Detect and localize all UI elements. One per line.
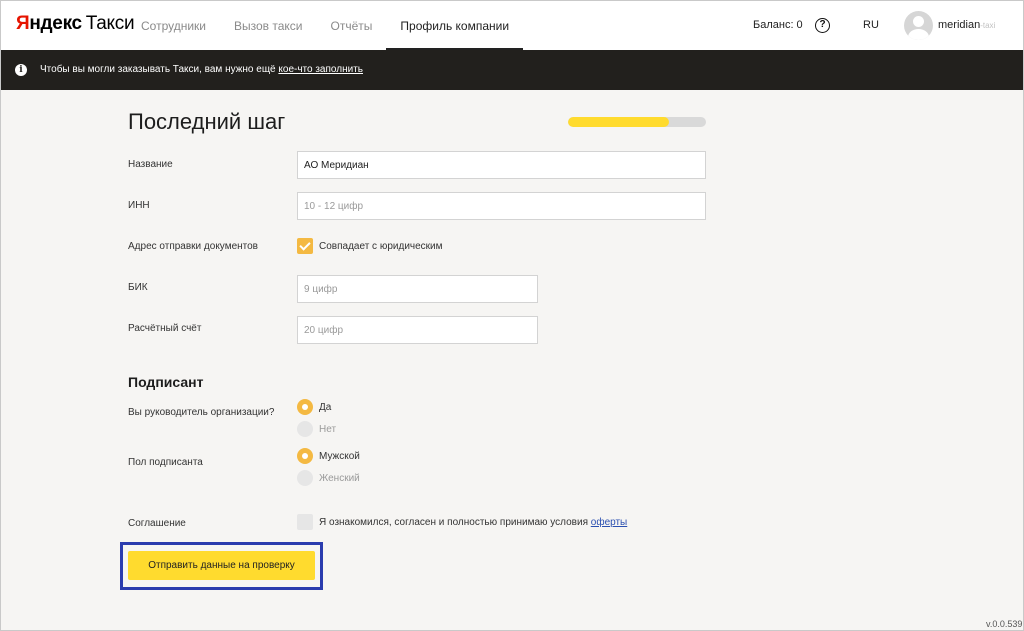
username-text: meridian bbox=[938, 19, 981, 31]
notice-fill-link[interactable]: кое-что заполнить bbox=[278, 64, 363, 75]
help-icon[interactable]: ? bbox=[815, 18, 830, 33]
page-title: Последний шаг bbox=[128, 109, 286, 134]
radio-no-label[interactable]: Нет bbox=[319, 424, 336, 435]
radio-yes-label[interactable]: Да bbox=[319, 402, 331, 413]
notice-text: Чтобы вы могли заказывать Такси, вам нуж… bbox=[40, 64, 363, 75]
radio-male[interactable] bbox=[297, 448, 313, 464]
radio-yes[interactable] bbox=[297, 399, 313, 415]
version-label: v.0.0.539 bbox=[986, 619, 1023, 629]
notice-message: Чтобы вы могли заказывать Такси, вам нуж… bbox=[40, 64, 279, 75]
nav-reports[interactable]: Отчёты bbox=[317, 1, 387, 50]
radio-male-label[interactable]: Мужской bbox=[319, 451, 360, 462]
avatar-head bbox=[913, 16, 924, 27]
company-name-input[interactable] bbox=[297, 151, 706, 179]
balance[interactable]: Баланс: 0 bbox=[753, 19, 803, 31]
agreement-label: Соглашение bbox=[128, 518, 186, 529]
inn-input[interactable] bbox=[297, 192, 706, 220]
offer-link[interactable]: оферты bbox=[591, 517, 627, 528]
address-label: Адрес отправки документов bbox=[128, 241, 258, 252]
info-icon: i bbox=[15, 64, 27, 76]
progress-bar bbox=[568, 117, 706, 127]
agreement-checkbox[interactable] bbox=[297, 514, 313, 530]
yandex-taxi-logo[interactable]: Яндекс Такси bbox=[16, 13, 135, 35]
gender-label: Пол подписанта bbox=[128, 457, 203, 468]
address-same-label[interactable]: Совпадает с юридическим bbox=[319, 241, 443, 252]
submit-button[interactable]: Отправить данные на проверку bbox=[128, 551, 315, 580]
logo-ya-rest: ндекс bbox=[29, 13, 82, 34]
notice-bar: i Чтобы вы могли заказывать Такси, вам н… bbox=[1, 50, 1023, 90]
account-input[interactable] bbox=[297, 316, 538, 344]
top-header: Яндекс Такси Сотрудники Вызов такси Отчё… bbox=[1, 1, 1023, 50]
agreement-text: Я ознакомился, согласен и полностью прин… bbox=[319, 517, 627, 528]
nav-company-profile[interactable]: Профиль компании bbox=[386, 1, 523, 50]
bik-label: БИК bbox=[128, 282, 148, 293]
username[interactable]: meridian-taxi bbox=[938, 19, 995, 31]
account-label: Расчётный счёт bbox=[128, 323, 202, 334]
radio-no[interactable] bbox=[297, 421, 313, 437]
is-head-label: Вы руководитель организации? bbox=[128, 407, 275, 418]
radio-female-label[interactable]: Женский bbox=[319, 473, 360, 484]
radio-female[interactable] bbox=[297, 470, 313, 486]
language-switch[interactable]: RU bbox=[863, 19, 879, 31]
avatar[interactable] bbox=[904, 11, 933, 40]
main-nav: Сотрудники Вызов такси Отчёты Профиль ко… bbox=[127, 1, 523, 50]
signer-section-title: Подписант bbox=[128, 374, 204, 390]
address-same-checkbox[interactable] bbox=[297, 238, 313, 254]
username-faded: -taxi bbox=[980, 21, 996, 30]
progress-fill bbox=[568, 117, 669, 127]
avatar-body bbox=[908, 29, 929, 40]
name-label: Название bbox=[128, 159, 173, 170]
logo-ya-first: Я bbox=[16, 13, 30, 34]
agreement-text-main: Я ознакомился, согласен и полностью прин… bbox=[319, 517, 591, 528]
nav-employees[interactable]: Сотрудники bbox=[127, 1, 220, 50]
inn-label: ИНН bbox=[128, 200, 150, 211]
nav-call-taxi[interactable]: Вызов такси bbox=[220, 1, 317, 50]
bik-input[interactable] bbox=[297, 275, 538, 303]
